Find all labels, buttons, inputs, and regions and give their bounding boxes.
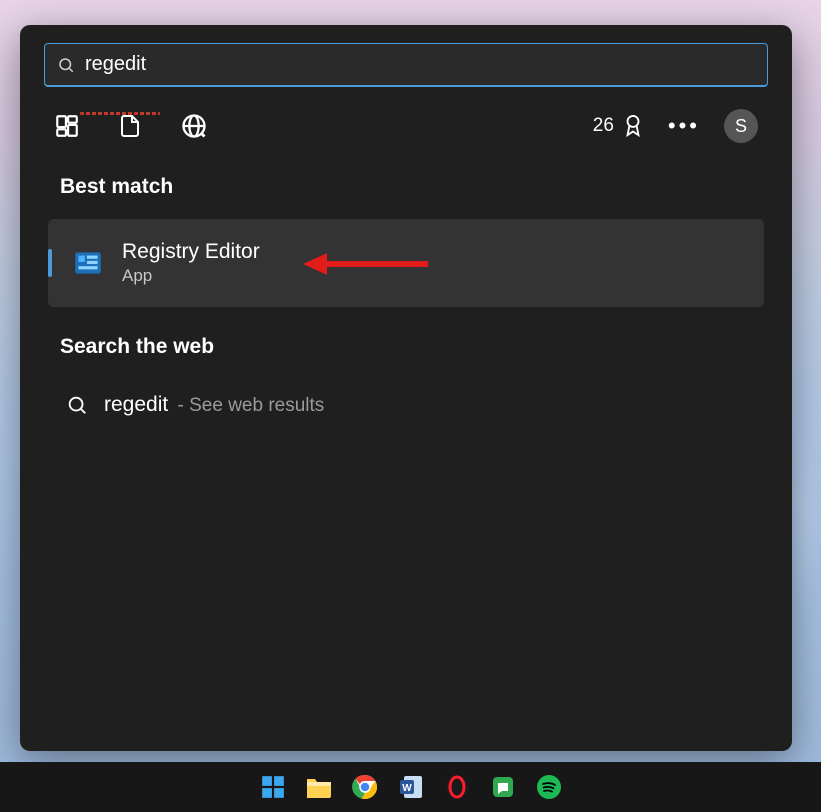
chat-app-icon[interactable] [488, 772, 518, 802]
opera-icon[interactable] [442, 772, 472, 802]
best-match-heading: Best match [20, 161, 792, 213]
taskbar: W [0, 762, 821, 812]
start-button[interactable] [258, 772, 288, 802]
user-avatar[interactable]: S [724, 109, 758, 143]
avatar-initial: S [735, 116, 747, 137]
apps-filter-icon[interactable] [54, 113, 80, 139]
result-subtitle: App [122, 266, 260, 286]
search-input[interactable] [85, 53, 755, 76]
rewards-points-value: 26 [593, 115, 614, 137]
svg-text:W: W [402, 783, 412, 794]
selection-accent [48, 249, 52, 277]
search-web-heading: Search the web [20, 307, 792, 373]
more-options-button[interactable]: ••• [668, 115, 700, 137]
search-icon [66, 394, 88, 416]
best-match-result[interactable]: Registry Editor App [48, 219, 764, 307]
annotation-arrow-icon [303, 249, 433, 279]
web-result-suffix: - See web results [172, 395, 324, 416]
search-filter-row: 26 ••• S [20, 87, 792, 161]
search-box[interactable] [44, 43, 768, 87]
registry-editor-icon [70, 245, 106, 281]
web-search-result[interactable]: regedit - See web results [20, 373, 792, 417]
start-search-panel: 26 ••• S Best match Registry Editor [20, 25, 792, 751]
rewards-points[interactable]: 26 [593, 113, 644, 139]
spotify-icon[interactable] [534, 772, 564, 802]
web-result-term: regedit [104, 393, 168, 416]
rewards-medal-icon [622, 113, 644, 139]
web-filter-icon[interactable] [180, 112, 208, 140]
search-icon [57, 56, 75, 74]
chrome-icon[interactable] [350, 772, 380, 802]
word-icon[interactable]: W [396, 772, 426, 802]
file-explorer-icon[interactable] [304, 772, 334, 802]
result-title: Registry Editor [122, 240, 260, 264]
spellcheck-underline [80, 112, 160, 115]
documents-filter-icon[interactable] [118, 113, 142, 139]
